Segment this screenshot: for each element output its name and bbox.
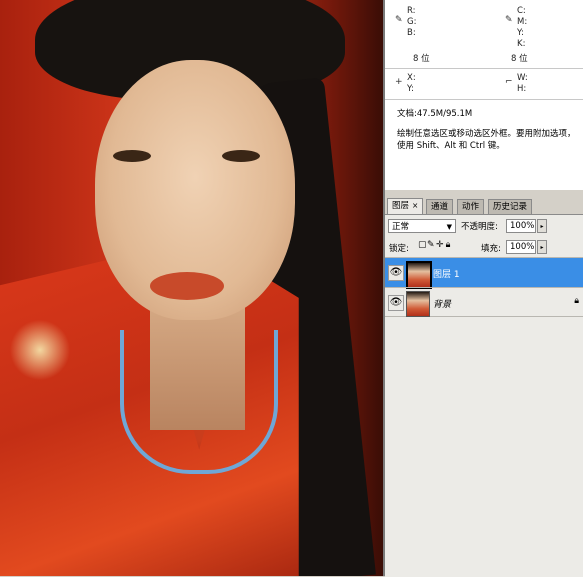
- layer-name: 背景: [433, 300, 452, 310]
- right-panels: ✎ R: G: B: ✎ C: M: Y: K: 8 位 8 位 + X: Y:…: [383, 0, 583, 577]
- fill-slider-button[interactable]: ▸: [537, 240, 547, 254]
- info-b-label: B:: [407, 28, 416, 38]
- photo-lips: [150, 272, 224, 300]
- lock-all-icon[interactable]: 🔒︎: [445, 240, 454, 250]
- tab-channels[interactable]: 通道: [426, 199, 454, 214]
- photo-collar: [120, 330, 278, 474]
- visibility-eye-icon[interactable]: 👁︎: [388, 295, 404, 311]
- tab-close-icon[interactable]: ×: [412, 201, 418, 210]
- selection-size-icon: ⌐: [505, 77, 513, 87]
- info-y-label: Y:: [517, 28, 524, 38]
- photo-eye-right: [222, 150, 260, 162]
- lock-paint-icon[interactable]: ✎: [427, 240, 436, 250]
- info-y-coord-label: Y:: [407, 84, 414, 94]
- crosshair-icon: +: [395, 77, 403, 87]
- opacity-input[interactable]: 100%: [506, 219, 536, 233]
- info-k-label: K:: [517, 39, 526, 49]
- tab-layers[interactable]: 图层 ×: [387, 198, 424, 215]
- panel-tabs: 图层 × 通道 动作 历史记录: [385, 197, 583, 215]
- info-g-label: G:: [407, 17, 417, 27]
- layer-name: 图层 1: [433, 270, 460, 280]
- tool-hint: 绘制任意选区或移动选区外框。要用附加选项，使用 Shift、Alt 和 Ctrl…: [397, 129, 576, 151]
- visibility-eye-icon[interactable]: 👁︎: [388, 265, 404, 281]
- eyedropper-icon: ✎: [395, 15, 403, 25]
- opacity-label: 不透明度:: [461, 222, 498, 232]
- lock-options: ▢✎✛🔒︎: [418, 240, 454, 250]
- fill-input[interactable]: 100%: [506, 240, 536, 254]
- eyedropper-cmyk-icon: ✎: [505, 15, 513, 25]
- info-x-label: X:: [407, 73, 416, 83]
- opacity-slider-button[interactable]: ▸: [537, 219, 547, 233]
- info-r-label: R:: [407, 6, 416, 16]
- layer-row-layer1[interactable]: 👁︎ 图层 1: [385, 257, 583, 289]
- lock-move-icon[interactable]: ✛: [436, 240, 445, 250]
- info-panel: ✎ R: G: B: ✎ C: M: Y: K: 8 位 8 位 + X: Y:…: [385, 0, 583, 190]
- layer-lock-icon: 🔒︎: [574, 296, 579, 306]
- info-c-label: C:: [517, 6, 526, 16]
- info-divider: [385, 68, 583, 69]
- lock-label: 锁定:: [389, 244, 409, 254]
- info-m-label: M:: [517, 17, 528, 27]
- fill-label: 填充:: [481, 244, 501, 254]
- tab-history[interactable]: 历史记录: [488, 199, 533, 214]
- bit-depth-right: 8 位: [511, 54, 528, 64]
- info-divider-2: [385, 99, 583, 100]
- photo-eye-left: [113, 150, 151, 162]
- chevron-down-icon: ▼: [446, 223, 452, 231]
- layer-thumbnail: [406, 261, 432, 289]
- document-size: 文档:47.5M/95.1M: [397, 109, 473, 119]
- blend-mode-value: 正常: [392, 222, 410, 232]
- layers-panel: 图层 × 通道 动作 历史记录 正常 ▼ 不透明度: 100% ▸ 锁定: ▢✎✛…: [385, 197, 583, 577]
- lock-transparent-icon[interactable]: ▢: [418, 240, 427, 250]
- tab-layers-label: 图层: [392, 201, 410, 211]
- info-h-label: H:: [517, 84, 527, 94]
- image-canvas[interactable]: [0, 0, 383, 576]
- layer-row-background[interactable]: 👁︎ 背景 🔒︎: [385, 287, 583, 317]
- tab-actions[interactable]: 动作: [457, 199, 485, 214]
- layers-panel-body: 正常 ▼ 不透明度: 100% ▸ 锁定: ▢✎✛🔒︎ 填充: 100% ▸ 👁…: [385, 214, 583, 577]
- blend-mode-select[interactable]: 正常 ▼: [388, 219, 456, 233]
- info-w-label: W:: [517, 73, 528, 83]
- bit-depth-left: 8 位: [413, 54, 430, 64]
- layer-thumbnail: [406, 291, 430, 317]
